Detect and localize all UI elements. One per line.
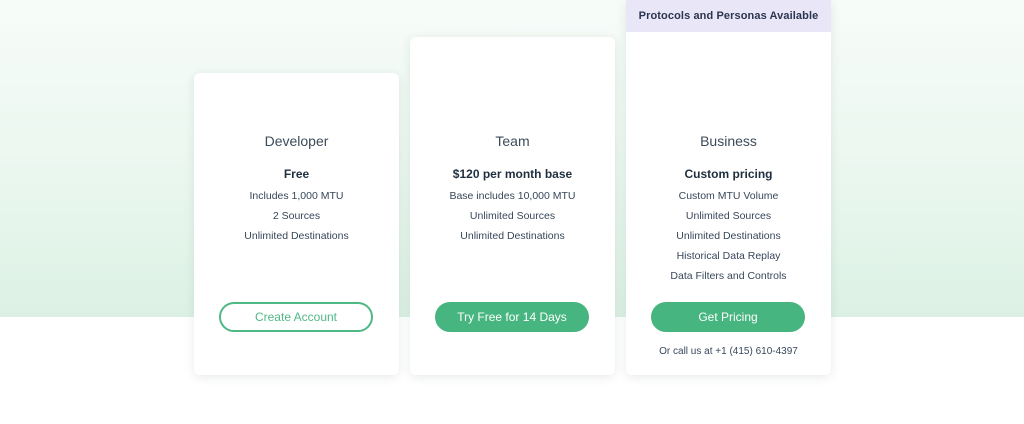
- feature-item: Unlimited Destinations: [244, 230, 349, 242]
- pricing-card-business: Protocols and Personas Available Busines…: [626, 0, 831, 375]
- feature-item: Data Filters and Controls: [670, 270, 787, 282]
- pricing-card-developer: Developer Free Includes 1,000 MTU 2 Sour…: [194, 73, 399, 375]
- plan-name: Developer: [264, 133, 329, 149]
- feature-item: 2 Sources: [272, 210, 321, 222]
- feature-item: Base includes 10,000 MTU: [449, 190, 576, 202]
- get-pricing-button[interactable]: Get Pricing: [651, 302, 805, 332]
- feature-item: Custom MTU Volume: [678, 190, 779, 202]
- plan-price: Custom pricing: [684, 167, 773, 181]
- feature-list: Custom MTU Volume Unlimited Sources Unli…: [626, 186, 831, 286]
- feature-item: Historical Data Replay: [676, 250, 781, 262]
- feature-list: Includes 1,000 MTU 2 Sources Unlimited D…: [194, 186, 399, 246]
- call-us-text: Or call us at +1 (415) 610-4397: [659, 346, 798, 357]
- feature-item: Unlimited Sources: [469, 210, 556, 222]
- feature-item: Unlimited Sources: [685, 210, 772, 222]
- ribbon-badge: Protocols and Personas Available: [626, 0, 831, 32]
- plan-name: Business: [700, 133, 757, 149]
- create-account-button[interactable]: Create Account: [219, 302, 373, 332]
- feature-item: Includes 1,000 MTU: [249, 190, 344, 202]
- plan-price: Free: [283, 167, 310, 181]
- feature-item: Unlimited Destinations: [460, 230, 565, 242]
- try-free-button[interactable]: Try Free for 14 Days: [435, 302, 589, 332]
- pricing-card-team: Team $120 per month base Base includes 1…: [410, 37, 615, 375]
- plan-price: $120 per month base: [452, 167, 573, 181]
- feature-item: Unlimited Destinations: [676, 230, 781, 242]
- feature-list: Base includes 10,000 MTU Unlimited Sourc…: [410, 186, 615, 246]
- plan-name: Team: [495, 133, 530, 149]
